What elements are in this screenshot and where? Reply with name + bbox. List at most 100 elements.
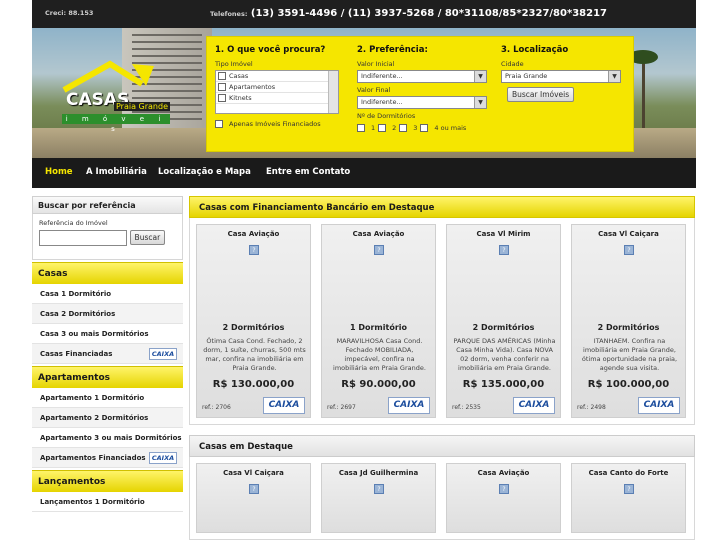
card-price: R$ 100.000,00 bbox=[587, 379, 670, 390]
logo-tag: i m ó v e i s bbox=[62, 114, 170, 133]
list-scrollbar[interactable] bbox=[328, 71, 338, 113]
dorm-1-checkbox[interactable] bbox=[357, 124, 365, 132]
property-card[interactable]: Casa Aviação ? 1 Dormitório MARAVILHOSA … bbox=[321, 224, 436, 418]
valor-inicial-select[interactable]: Indiferente... ▼ bbox=[357, 70, 487, 83]
destaque-list: Casa Vl Caiçara ? Casa Jd Guilhermina ? … bbox=[189, 457, 695, 540]
card-title: Casa Vl Mirim bbox=[476, 230, 531, 238]
sidebar-item-casa-3[interactable]: Casa 3 ou mais Dormitórios bbox=[32, 324, 183, 344]
search-section-3: 3. Localização Cidade Praia Grande ▼ Busc… bbox=[501, 45, 631, 102]
photo-placeholder-icon: ? bbox=[249, 484, 259, 494]
card-desc: Ótima Casa Cond. Fechado, 2 dorm, 1 suít… bbox=[203, 337, 306, 372]
card-desc: MARAVILHOSA Casa Cond. Fechado MOBILIADA… bbox=[333, 337, 426, 372]
valor-final-label: Valor Final bbox=[357, 86, 391, 94]
caixa-logo: CAIXA bbox=[263, 397, 305, 414]
property-card[interactable]: Casa Vl Caiçara ? 2 Dormitórios ITANHAEM… bbox=[571, 224, 686, 418]
sidebar-item-lanc-1[interactable]: Lançamentos 1 Dormitório bbox=[32, 492, 183, 512]
financiados-option[interactable]: Apenas Imóveis Financiados bbox=[215, 120, 350, 128]
nav-localizacao[interactable]: Localização e Mapa bbox=[158, 167, 251, 177]
card-price: R$ 135.000,00 bbox=[462, 379, 545, 390]
nav-home[interactable]: Home bbox=[45, 167, 73, 177]
section-3-title: 3. Localização bbox=[501, 45, 569, 55]
photo-placeholder-icon: ? bbox=[624, 245, 634, 255]
checkbox[interactable] bbox=[218, 94, 226, 102]
dorm-4-checkbox[interactable] bbox=[420, 124, 429, 132]
tipo-option-casas[interactable]: Casas bbox=[216, 71, 338, 82]
ref-input[interactable] bbox=[39, 230, 127, 246]
card-ref: ref.: 2697 bbox=[327, 404, 356, 411]
property-card[interactable]: Casa Canto do Forte ? bbox=[571, 463, 686, 533]
cidade-label: Cidade bbox=[501, 60, 524, 68]
search-section-1: 1. O que você procura? Tipo Imóvel Casas… bbox=[215, 45, 350, 128]
card-price: R$ 130.000,00 bbox=[212, 379, 295, 390]
phones-value: (13) 3591-4496 / (11) 3937-5268 / 80*311… bbox=[250, 8, 607, 19]
caixa-logo: CAIXA bbox=[388, 397, 430, 414]
ref-search-button[interactable]: Buscar bbox=[129, 230, 166, 245]
photo-placeholder-icon: ? bbox=[374, 245, 384, 255]
card-title: Casa Vl Caiçara bbox=[223, 469, 284, 477]
card-dorms: 2 Dormitórios bbox=[472, 323, 535, 332]
sidebar-item-casa-1[interactable]: Casa 1 Dormitório bbox=[32, 284, 183, 304]
card-price: R$ 90.000,00 bbox=[341, 379, 416, 390]
apartamentos-category[interactable]: Apartamentos bbox=[32, 366, 183, 388]
search-section-2: 2. Preferência: Valor Inicial Indiferent… bbox=[357, 45, 492, 132]
valor-inicial-label: Valor Inicial bbox=[357, 60, 395, 68]
casas-category[interactable]: Casas bbox=[32, 262, 183, 284]
creci-number: Creci: 88.153 bbox=[45, 9, 94, 17]
phones-label: Telefones: bbox=[210, 10, 248, 18]
financiadas-title: Casas com Financiamento Bancário em Dest… bbox=[189, 196, 695, 218]
nav-imobiliaria[interactable]: A Imobiliária bbox=[86, 167, 147, 177]
property-card[interactable]: Casa Aviação ? bbox=[446, 463, 561, 533]
card-dorms: 2 Dormitórios bbox=[597, 323, 660, 332]
property-card[interactable]: Casa Vl Mirim ? 2 Dormitórios PARQUE DAS… bbox=[446, 224, 561, 418]
valor-final-select[interactable]: Indiferente... ▼ bbox=[357, 96, 487, 109]
ref-search-box: Referência do Imóvel Buscar bbox=[32, 214, 183, 260]
property-card[interactable]: Casa Vl Caiçara ? bbox=[196, 463, 311, 533]
financiadas-list: Casa Aviação ? 2 Dormitórios Ótima Casa … bbox=[189, 218, 695, 425]
card-ref: ref.: 2498 bbox=[577, 404, 606, 411]
buscar-imoveis-button[interactable]: Buscar Imóveis bbox=[507, 87, 575, 102]
sidebar-item-apto-1[interactable]: Apartamento 1 Dormitório bbox=[32, 388, 183, 408]
card-desc: PARQUE DAS AMÉRICAS (Minha Casa Minha Vi… bbox=[453, 337, 556, 372]
sidebar-item-aptos-financiados[interactable]: Apartamentos Financiados CAIXA bbox=[32, 448, 183, 468]
tipo-imovel-list[interactable]: Casas Apartamentos Kitnets bbox=[215, 70, 339, 114]
dormitorios-label: Nº de Dormitórios bbox=[357, 112, 416, 120]
chevron-down-icon: ▼ bbox=[474, 71, 486, 82]
photo-placeholder-icon: ? bbox=[374, 484, 384, 494]
card-ref: ref.: 2706 bbox=[202, 404, 231, 411]
photo-placeholder-icon: ? bbox=[249, 245, 259, 255]
card-title: Casa Canto do Forte bbox=[588, 469, 669, 477]
sidebar-item-casas-financiadas[interactable]: Casas Financiadas CAIXA bbox=[32, 344, 183, 364]
property-card[interactable]: Casa Jd Guilhermina ? bbox=[321, 463, 436, 533]
tipo-option-kitnets[interactable]: Kitnets bbox=[216, 93, 338, 104]
caixa-logo: CAIXA bbox=[149, 452, 177, 464]
property-search-panel: 1. O que você procura? Tipo Imóvel Casas… bbox=[206, 36, 634, 152]
financiados-checkbox[interactable] bbox=[215, 120, 223, 128]
card-title: Casa Jd Guilhermina bbox=[338, 469, 419, 477]
section-1-title: 1. O que você procura? bbox=[215, 45, 326, 55]
sidebar-item-apto-2[interactable]: Apartamento 2 Dormitórios bbox=[32, 408, 183, 428]
photo-placeholder-icon: ? bbox=[499, 245, 509, 255]
property-card[interactable]: Casa Aviação ? 2 Dormitórios Ótima Casa … bbox=[196, 224, 311, 418]
chevron-down-icon: ▼ bbox=[474, 97, 486, 108]
lancamentos-category[interactable]: Lançamentos bbox=[32, 470, 183, 492]
checkbox[interactable] bbox=[218, 83, 226, 91]
caixa-logo: CAIXA bbox=[513, 397, 555, 414]
card-dorms: 2 Dormitórios bbox=[222, 323, 285, 332]
destaque-title: Casas em Destaque bbox=[189, 435, 695, 457]
dormitorios-options: 1 2 3 4 ou mais bbox=[357, 124, 492, 132]
sidebar-item-apto-3[interactable]: Apartamento 3 ou mais Dormitórios bbox=[32, 428, 183, 448]
cidade-select[interactable]: Praia Grande ▼ bbox=[501, 70, 621, 83]
dorm-3-checkbox[interactable] bbox=[399, 124, 408, 132]
main-content: Casas com Financiamento Bancário em Dest… bbox=[189, 196, 695, 540]
sidebar: Buscar por referência Referência do Imóv… bbox=[32, 196, 183, 512]
card-desc: ITANHAEM. Confira na imobiliária em Prai… bbox=[581, 337, 678, 372]
section-2-title: 2. Preferência: bbox=[357, 45, 428, 55]
site-logo[interactable]: CASAS Praia Grande i m ó v e i s bbox=[62, 60, 174, 133]
sidebar-item-casa-2[interactable]: Casa 2 Dormitórios bbox=[32, 304, 183, 324]
checkbox[interactable] bbox=[218, 72, 226, 80]
photo-placeholder-icon: ? bbox=[499, 484, 509, 494]
card-title: Casa Aviação bbox=[352, 230, 405, 238]
dorm-2-checkbox[interactable] bbox=[378, 124, 387, 132]
nav-contato[interactable]: Entre em Contato bbox=[266, 167, 350, 177]
tipo-option-apartamentos[interactable]: Apartamentos bbox=[216, 82, 338, 93]
